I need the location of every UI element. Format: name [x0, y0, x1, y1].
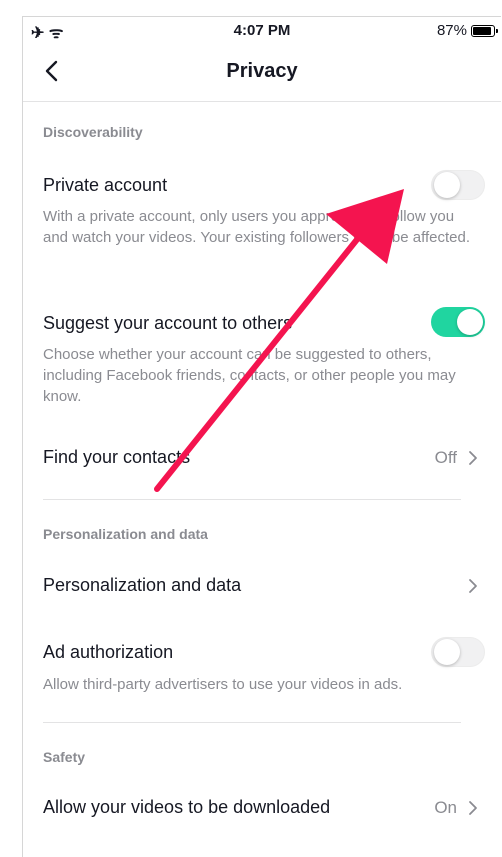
divider: [43, 499, 461, 500]
chevron-right-icon: [469, 801, 477, 815]
toggle-knob: [457, 309, 483, 335]
battery-icon: [471, 24, 498, 37]
status-time: 4:07 PM: [233, 22, 291, 39]
section-header-safety: Safety: [43, 749, 86, 765]
ad-authorization-toggle[interactable]: [431, 637, 485, 667]
find-contacts-value: Off: [434, 448, 457, 467]
private-account-label: Private account: [43, 175, 168, 195]
section-header-personalization: Personalization and data: [43, 526, 208, 542]
status-bar: ✈ ᯤ 4:07 PM 87%: [23, 17, 501, 45]
toggle-knob: [434, 172, 460, 198]
ad-authorization-label: Ad authorization: [43, 642, 174, 662]
divider: [43, 722, 461, 723]
phone-screen: ✈ ᯤ 4:07 PM 87% Privacy Discoverability …: [22, 16, 501, 857]
page-title: Privacy: [226, 60, 298, 82]
personalization-data-label[interactable]: Personalization and data: [43, 575, 241, 596]
battery-percent: 87%: [436, 22, 467, 39]
chevron-right-icon: [469, 579, 477, 593]
suggest-account-label: Suggest your account to others: [43, 313, 293, 333]
suggest-account-description: Choose whether your account can be sugge…: [43, 346, 456, 405]
nav-bar: Privacy: [23, 45, 501, 102]
find-contacts-label[interactable]: Find your contacts: [43, 447, 190, 468]
ad-authorization-description: Allow third-party advertisers to use you…: [43, 676, 403, 693]
section-header-discoverability: Discoverability: [43, 124, 143, 140]
toggle-knob: [434, 639, 460, 665]
suggest-account-toggle[interactable]: [431, 307, 485, 337]
chevron-right-icon: [469, 451, 477, 465]
private-account-description: With a private account, only users you a…: [43, 208, 471, 246]
allow-downloads-label[interactable]: Allow your videos to be downloaded: [43, 797, 330, 818]
allow-downloads-value: On: [434, 798, 457, 817]
private-account-toggle[interactable]: [431, 170, 485, 200]
battery-status: 87%: [436, 22, 498, 39]
